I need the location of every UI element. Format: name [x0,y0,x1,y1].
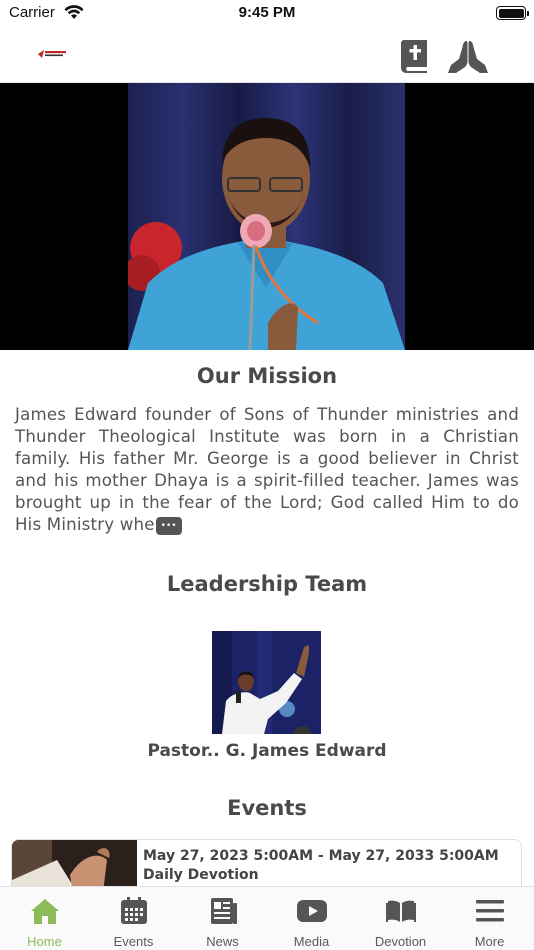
battery-icon [496,6,529,20]
tab-news[interactable]: News [178,887,267,950]
praying-hands-icon[interactable] [447,39,489,73]
status-time: 9:45 PM [238,4,296,21]
tab-events-label: Events [113,934,154,949]
book-icon [385,900,416,922]
tab-media-label: Media [293,934,330,949]
pastor-preaching-photo [128,83,405,350]
leadership-title: Leadership Team [166,572,368,596]
status-bar: Carrier 9:45 PM [0,0,534,28]
calendar-icon [120,897,147,924]
mission-text-body: James Edward founder of Sons of Thunder … [15,405,519,534]
tab-media[interactable]: Media [267,887,356,950]
mission-title: Our Mission [196,364,338,388]
play-icon [296,900,327,922]
bible-icon[interactable] [400,39,430,73]
tab-more-label: More [474,934,505,949]
app-header [0,28,534,83]
events-title: Events [227,796,307,820]
leader-name[interactable]: Pastor.. G. James Edward [0,741,534,761]
mission-text: James Edward founder of Sons of Thunder … [15,404,519,537]
tab-news-label: News [206,934,239,949]
newspaper-icon [210,898,237,924]
leader-photo[interactable] [212,631,321,734]
app-logo [36,50,68,58]
tab-events[interactable]: Events [89,887,178,950]
tab-devotion[interactable]: Devotion [356,887,445,950]
tab-home-label: Home [27,934,62,949]
tab-more[interactable]: More [445,887,534,950]
read-more-icon[interactable] [155,515,182,537]
tab-bar: Home Events News Media Devotion More [0,886,534,950]
hero-banner [0,83,534,350]
tab-home[interactable]: Home [0,887,89,950]
menu-icon [475,900,504,922]
tab-devotion-label: Devotion [374,934,427,949]
home-icon [30,899,59,924]
event-title: Daily Devotion [143,867,259,883]
event-date: May 27, 2023 5:00AM - May 27, 2033 5:00A… [143,848,499,864]
